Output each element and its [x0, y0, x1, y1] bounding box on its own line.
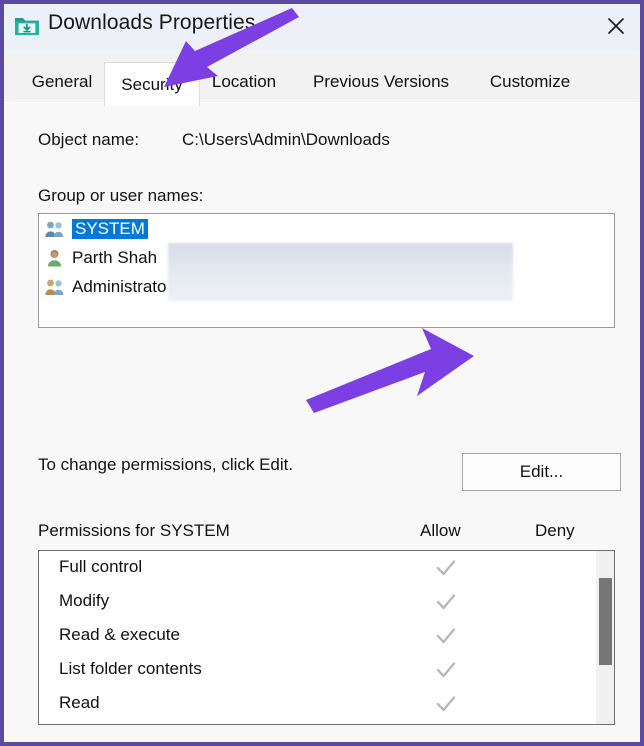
- permission-label: Modify: [59, 591, 110, 610]
- downloads-folder-icon: [14, 13, 40, 39]
- list-item-label: Administrato: [72, 276, 167, 296]
- tab-strip: General Security Location Previous Versi…: [4, 50, 640, 106]
- table-row[interactable]: Read & execute: [39, 619, 614, 653]
- tab-security[interactable]: Security: [104, 62, 200, 106]
- permission-label: Full control: [59, 557, 143, 576]
- tab-previous-versions[interactable]: Previous Versions: [291, 62, 471, 102]
- tab-security-label: Security: [121, 74, 183, 94]
- allow-checkmark-icon[interactable]: [433, 555, 459, 581]
- edit-button[interactable]: Edit...: [462, 453, 621, 491]
- allow-checkmark-icon[interactable]: [433, 623, 459, 649]
- security-tab-panel: Object name: C:\Users\Admin\Downloads Gr…: [4, 102, 640, 742]
- tab-general-label: General: [31, 72, 93, 91]
- scrollbar-thumb[interactable]: [599, 578, 612, 665]
- list-item-label: SYSTEM: [72, 218, 148, 239]
- permissions-for-label: Permissions for SYSTEM: [38, 521, 230, 540]
- group-users-icon: [44, 277, 66, 297]
- deny-checkbox[interactable]: [548, 691, 574, 717]
- group-or-user-names-label: Group or user names:: [38, 186, 204, 205]
- tab-previous-versions-label: Previous Versions: [312, 72, 450, 91]
- list-item-system[interactable]: SYSTEM: [39, 214, 614, 243]
- table-row[interactable]: Modify: [39, 585, 614, 619]
- permission-label: Read: [59, 693, 100, 712]
- deny-checkbox[interactable]: [548, 623, 574, 649]
- group-or-user-names-listbox[interactable]: SYSTEM Parth Shah Administrato: [38, 213, 615, 328]
- scrollbar-track[interactable]: [596, 551, 614, 724]
- deny-column-header: Deny: [535, 521, 575, 540]
- tab-customize[interactable]: Customize: [475, 62, 585, 102]
- object-name-label: Object name:: [38, 130, 140, 149]
- table-row[interactable]: Full control: [39, 551, 614, 585]
- properties-dialog-window: Downloads Properties General Security Lo…: [0, 0, 644, 746]
- deny-checkbox[interactable]: [548, 589, 574, 615]
- allow-checkmark-icon[interactable]: [433, 657, 459, 683]
- object-name-value: C:\Users\Admin\Downloads: [182, 130, 390, 149]
- table-row[interactable]: List folder contents: [39, 653, 614, 687]
- allow-column-header: Allow: [420, 521, 461, 540]
- permission-label: List folder contents: [59, 659, 202, 678]
- permission-label: Read & execute: [59, 625, 180, 644]
- title-bar: Downloads Properties: [4, 4, 640, 51]
- edit-permissions-hint: To change permissions, click Edit.: [38, 455, 294, 474]
- edit-button-label: Edit...: [519, 462, 564, 481]
- list-item-label: Parth Shah: [72, 247, 158, 267]
- tab-location-label: Location: [211, 72, 277, 91]
- redaction-overlay: [168, 243, 513, 301]
- tab-location[interactable]: Location: [201, 62, 287, 102]
- table-row[interactable]: Read: [39, 687, 614, 721]
- permissions-listbox[interactable]: Full control Modify Read & execute List …: [38, 550, 615, 725]
- deny-checkbox[interactable]: [548, 657, 574, 683]
- allow-checkmark-icon[interactable]: [433, 691, 459, 717]
- close-icon[interactable]: [592, 4, 640, 48]
- table-row[interactable]: Write: [39, 721, 614, 724]
- window-title: Downloads Properties: [48, 11, 256, 34]
- single-user-icon: [44, 248, 66, 268]
- tab-customize-label: Customize: [489, 72, 571, 91]
- allow-checkmark-icon[interactable]: [433, 589, 459, 615]
- deny-checkbox[interactable]: [548, 555, 574, 581]
- tab-general[interactable]: General: [22, 62, 102, 102]
- group-users-icon: [44, 219, 66, 239]
